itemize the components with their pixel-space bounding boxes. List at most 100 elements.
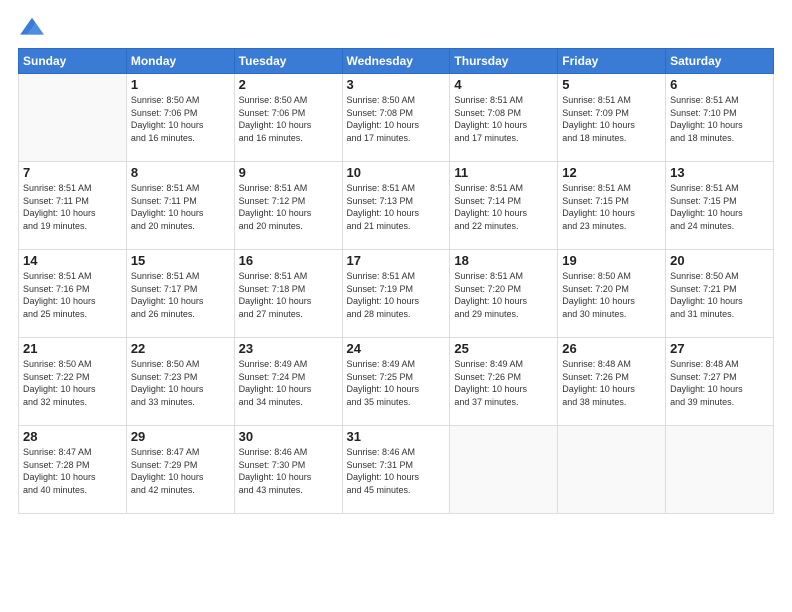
- day-info: Sunrise: 8:50 AM Sunset: 7:21 PM Dayligh…: [670, 270, 769, 320]
- calendar-week-row: 1 Sunrise: 8:50 AM Sunset: 7:06 PM Daylig…: [19, 74, 774, 162]
- day-number: 12: [562, 165, 661, 180]
- calendar-cell: 24 Sunrise: 8:49 AM Sunset: 7:25 PM Dayli…: [342, 338, 450, 426]
- calendar-cell: [450, 426, 558, 514]
- calendar-cell: 3 Sunrise: 8:50 AM Sunset: 7:08 PM Daylig…: [342, 74, 450, 162]
- calendar-cell: 1 Sunrise: 8:50 AM Sunset: 7:06 PM Daylig…: [126, 74, 234, 162]
- calendar-cell: 6 Sunrise: 8:51 AM Sunset: 7:10 PM Daylig…: [666, 74, 774, 162]
- weekday-header: Monday: [126, 49, 234, 74]
- calendar-cell: 13Sunrise: 8:51 AM Sunset: 7:15 PM Dayli…: [666, 162, 774, 250]
- day-number: 20: [670, 253, 769, 268]
- day-number: 18: [454, 253, 553, 268]
- day-number: 31: [347, 429, 446, 444]
- day-number: 2: [239, 77, 338, 92]
- day-number: 8: [131, 165, 230, 180]
- day-info: Sunrise: 8:51 AM Sunset: 7:10 PM Dayligh…: [670, 94, 769, 144]
- header: [18, 16, 774, 38]
- day-number: 27: [670, 341, 769, 356]
- day-number: 14: [23, 253, 122, 268]
- calendar-week-row: 14Sunrise: 8:51 AM Sunset: 7:16 PM Dayli…: [19, 250, 774, 338]
- day-info: Sunrise: 8:48 AM Sunset: 7:26 PM Dayligh…: [562, 358, 661, 408]
- day-info: Sunrise: 8:50 AM Sunset: 7:06 PM Dayligh…: [131, 94, 230, 144]
- calendar-cell: 2 Sunrise: 8:50 AM Sunset: 7:06 PM Daylig…: [234, 74, 342, 162]
- day-number: 16: [239, 253, 338, 268]
- day-number: 4: [454, 77, 553, 92]
- weekday-header: Thursday: [450, 49, 558, 74]
- day-number: 21: [23, 341, 122, 356]
- day-number: 30: [239, 429, 338, 444]
- day-number: 1: [131, 77, 230, 92]
- day-number: 11: [454, 165, 553, 180]
- day-info: Sunrise: 8:51 AM Sunset: 7:12 PM Dayligh…: [239, 182, 338, 232]
- day-info: Sunrise: 8:48 AM Sunset: 7:27 PM Dayligh…: [670, 358, 769, 408]
- weekday-header: Friday: [558, 49, 666, 74]
- calendar-cell: 5 Sunrise: 8:51 AM Sunset: 7:09 PM Daylig…: [558, 74, 666, 162]
- day-info: Sunrise: 8:50 AM Sunset: 7:23 PM Dayligh…: [131, 358, 230, 408]
- day-number: 23: [239, 341, 338, 356]
- calendar-cell: 15 Sunrise: 8:51 AM Sunset: 7:17 PM Dayli…: [126, 250, 234, 338]
- weekday-header: Saturday: [666, 49, 774, 74]
- day-info: Sunrise: 8:51 AM Sunset: 7:11 PM Dayligh…: [131, 182, 230, 232]
- calendar-cell: 11 Sunrise: 8:51 AM Sunset: 7:14 PM Dayli…: [450, 162, 558, 250]
- calendar-cell: 10 Sunrise: 8:51 AM Sunset: 7:13 PM Dayli…: [342, 162, 450, 250]
- calendar-cell: 17 Sunrise: 8:51 AM Sunset: 7:19 PM Dayli…: [342, 250, 450, 338]
- day-number: 15: [131, 253, 230, 268]
- calendar-cell: 19 Sunrise: 8:50 AM Sunset: 7:20 PM Dayli…: [558, 250, 666, 338]
- day-info: Sunrise: 8:51 AM Sunset: 7:11 PM Dayligh…: [23, 182, 122, 232]
- calendar-cell: 31 Sunrise: 8:46 AM Sunset: 7:31 PM Dayli…: [342, 426, 450, 514]
- day-number: 5: [562, 77, 661, 92]
- day-number: 6: [670, 77, 769, 92]
- day-info: Sunrise: 8:50 AM Sunset: 7:08 PM Dayligh…: [347, 94, 446, 144]
- day-info: Sunrise: 8:51 AM Sunset: 7:14 PM Dayligh…: [454, 182, 553, 232]
- day-info: Sunrise: 8:51 AM Sunset: 7:08 PM Dayligh…: [454, 94, 553, 144]
- calendar-cell: 29 Sunrise: 8:47 AM Sunset: 7:29 PM Dayli…: [126, 426, 234, 514]
- page: SundayMondayTuesdayWednesdayThursdayFrid…: [0, 0, 792, 612]
- day-info: Sunrise: 8:46 AM Sunset: 7:30 PM Dayligh…: [239, 446, 338, 496]
- header-row: SundayMondayTuesdayWednesdayThursdayFrid…: [19, 49, 774, 74]
- day-info: Sunrise: 8:46 AM Sunset: 7:31 PM Dayligh…: [347, 446, 446, 496]
- day-number: 9: [239, 165, 338, 180]
- day-number: 25: [454, 341, 553, 356]
- day-number: 19: [562, 253, 661, 268]
- calendar-cell: 18 Sunrise: 8:51 AM Sunset: 7:20 PM Dayli…: [450, 250, 558, 338]
- day-number: 3: [347, 77, 446, 92]
- day-info: Sunrise: 8:51 AM Sunset: 7:19 PM Dayligh…: [347, 270, 446, 320]
- calendar-cell: 28Sunrise: 8:47 AM Sunset: 7:28 PM Dayli…: [19, 426, 127, 514]
- calendar-cell: 16Sunrise: 8:51 AM Sunset: 7:18 PM Dayli…: [234, 250, 342, 338]
- weekday-header: Wednesday: [342, 49, 450, 74]
- weekday-header: Sunday: [19, 49, 127, 74]
- calendar-cell: 21 Sunrise: 8:50 AM Sunset: 7:22 PM Dayli…: [19, 338, 127, 426]
- day-number: 28: [23, 429, 122, 444]
- calendar-cell: 30 Sunrise: 8:46 AM Sunset: 7:30 PM Dayli…: [234, 426, 342, 514]
- day-info: Sunrise: 8:47 AM Sunset: 7:29 PM Dayligh…: [131, 446, 230, 496]
- day-info: Sunrise: 8:49 AM Sunset: 7:25 PM Dayligh…: [347, 358, 446, 408]
- calendar-cell: [666, 426, 774, 514]
- calendar-cell: 7Sunrise: 8:51 AM Sunset: 7:11 PM Daylig…: [19, 162, 127, 250]
- calendar-cell: 27 Sunrise: 8:48 AM Sunset: 7:27 PM Dayli…: [666, 338, 774, 426]
- day-number: 10: [347, 165, 446, 180]
- day-info: Sunrise: 8:51 AM Sunset: 7:20 PM Dayligh…: [454, 270, 553, 320]
- day-info: Sunrise: 8:51 AM Sunset: 7:13 PM Dayligh…: [347, 182, 446, 232]
- weekday-header: Tuesday: [234, 49, 342, 74]
- day-info: Sunrise: 8:50 AM Sunset: 7:20 PM Dayligh…: [562, 270, 661, 320]
- day-number: 17: [347, 253, 446, 268]
- day-info: Sunrise: 8:51 AM Sunset: 7:17 PM Dayligh…: [131, 270, 230, 320]
- day-number: 29: [131, 429, 230, 444]
- calendar-cell: [19, 74, 127, 162]
- day-info: Sunrise: 8:50 AM Sunset: 7:22 PM Dayligh…: [23, 358, 122, 408]
- calendar-cell: 14Sunrise: 8:51 AM Sunset: 7:16 PM Dayli…: [19, 250, 127, 338]
- calendar-cell: 23 Sunrise: 8:49 AM Sunset: 7:24 PM Dayli…: [234, 338, 342, 426]
- calendar-cell: [558, 426, 666, 514]
- logo-icon: [18, 16, 46, 38]
- day-info: Sunrise: 8:49 AM Sunset: 7:26 PM Dayligh…: [454, 358, 553, 408]
- day-info: Sunrise: 8:49 AM Sunset: 7:24 PM Dayligh…: [239, 358, 338, 408]
- day-number: 22: [131, 341, 230, 356]
- day-info: Sunrise: 8:50 AM Sunset: 7:06 PM Dayligh…: [239, 94, 338, 144]
- calendar-table: SundayMondayTuesdayWednesdayThursdayFrid…: [18, 48, 774, 514]
- calendar-cell: 4 Sunrise: 8:51 AM Sunset: 7:08 PM Daylig…: [450, 74, 558, 162]
- day-info: Sunrise: 8:51 AM Sunset: 7:09 PM Dayligh…: [562, 94, 661, 144]
- calendar-cell: 25 Sunrise: 8:49 AM Sunset: 7:26 PM Dayli…: [450, 338, 558, 426]
- day-number: 26: [562, 341, 661, 356]
- day-number: 24: [347, 341, 446, 356]
- calendar-cell: 26 Sunrise: 8:48 AM Sunset: 7:26 PM Dayli…: [558, 338, 666, 426]
- calendar-week-row: 28Sunrise: 8:47 AM Sunset: 7:28 PM Dayli…: [19, 426, 774, 514]
